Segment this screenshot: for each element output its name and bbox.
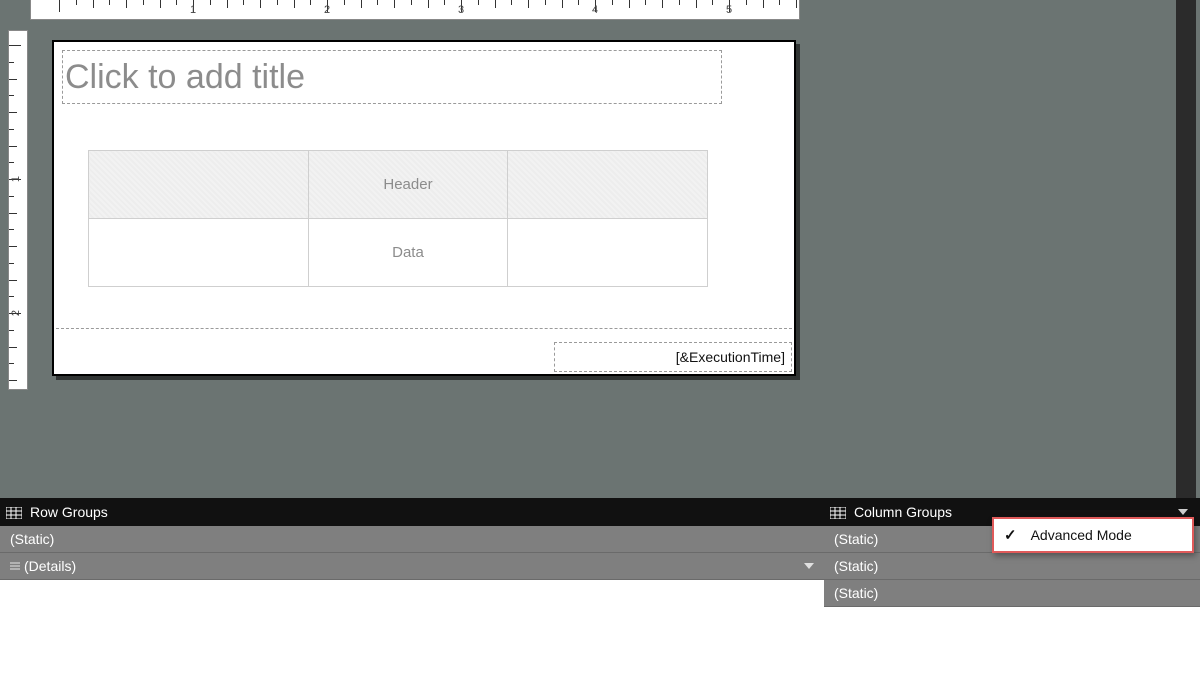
column-group-item[interactable]: (Static) xyxy=(824,553,1200,580)
column-group-label: (Static) xyxy=(834,558,878,574)
horizontal-ruler: 1 2 3 4 5 xyxy=(30,0,800,20)
column-group-item[interactable]: (Static) xyxy=(824,580,1200,607)
column-groups-menu[interactable]: ✓ Advanced Mode xyxy=(992,517,1194,553)
row-group-item[interactable]: (Static) xyxy=(0,526,824,553)
tablix-cell[interactable] xyxy=(89,219,309,287)
ruler-label: 5 xyxy=(726,4,732,16)
report-title-textbox[interactable]: Click to add title xyxy=(62,50,722,104)
tablix-cell[interactable] xyxy=(508,151,708,219)
body-footer-divider xyxy=(56,328,792,329)
chevron-down-icon[interactable] xyxy=(1178,509,1188,515)
tablix-data-row[interactable]: Data xyxy=(89,219,708,287)
table-icon xyxy=(6,506,22,518)
report-title-placeholder: Click to add title xyxy=(65,58,305,97)
footer-execution-time-textbox[interactable]: [&ExecutionTime] xyxy=(554,342,792,372)
check-icon: ✓ xyxy=(1004,526,1017,544)
column-group-label: (Static) xyxy=(834,585,878,601)
menu-item-advanced-mode[interactable]: Advanced Mode xyxy=(1031,527,1132,543)
tablix[interactable]: Header Data xyxy=(88,150,708,287)
footer-expression: [&ExecutionTime] xyxy=(676,349,785,365)
vertical-ruler: 12 xyxy=(8,30,28,390)
table-icon xyxy=(830,506,846,518)
row-group-item[interactable]: (Details) xyxy=(0,553,824,580)
ruler-label: 3 xyxy=(458,4,464,16)
report-design-surface[interactable]: Click to add title Header Data [&Executi… xyxy=(52,40,796,376)
row-groups-header[interactable]: Row Groups xyxy=(0,498,824,526)
tablix-cell[interactable]: Data xyxy=(308,219,508,287)
ruler-label: 4 xyxy=(592,4,598,16)
right-panel-strip xyxy=(1176,0,1196,500)
row-groups-title: Row Groups xyxy=(30,504,108,520)
row-groups-panel[interactable]: (Static) (Details) xyxy=(0,526,824,677)
details-lines-icon xyxy=(10,561,20,571)
ruler-label: 1 xyxy=(10,176,22,182)
column-groups-title: Column Groups xyxy=(854,504,952,520)
ruler-label: 2 xyxy=(324,4,330,16)
ruler-label: 2 xyxy=(10,310,22,316)
tablix-cell[interactable] xyxy=(508,219,708,287)
chevron-down-icon[interactable] xyxy=(804,563,814,569)
ruler-label: 1 xyxy=(190,4,196,16)
tablix-cell[interactable] xyxy=(89,151,309,219)
tablix-header-row[interactable]: Header xyxy=(89,151,708,219)
row-group-label: (Details) xyxy=(24,558,76,574)
tablix-cell[interactable]: Header xyxy=(308,151,508,219)
row-group-label: (Static) xyxy=(10,531,54,547)
column-group-label: (Static) xyxy=(834,531,878,547)
